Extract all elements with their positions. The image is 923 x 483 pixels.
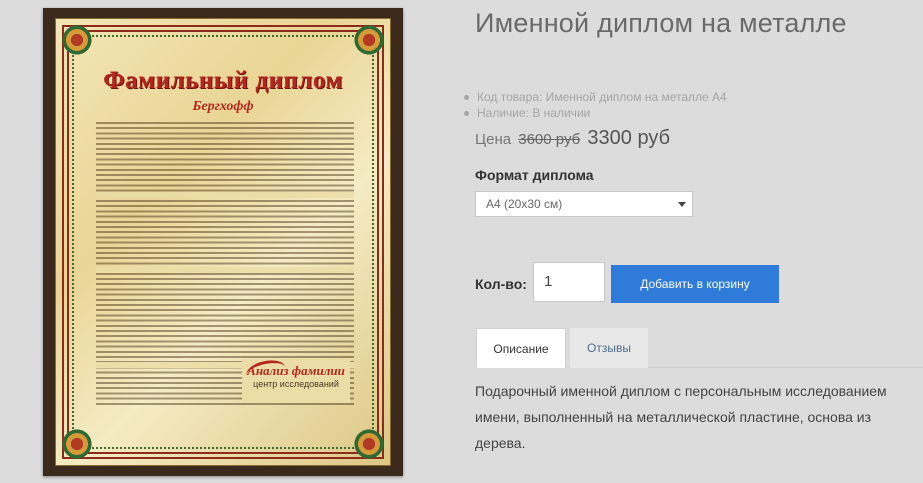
price-block: Цена 3600 руб 3300 руб [475,127,670,150]
diploma-surname: Бергхофф [192,99,254,114]
quantity-label: Кол-во: [475,276,527,292]
product-title: Именной диплом на металле [475,8,847,38]
product-sku: Код товара: Именной диплом на металле А4 [464,90,727,104]
corner-ornament-icon [60,23,94,57]
product-tabs: Описание Отзывы [476,328,923,368]
tab-description[interactable]: Описание [476,328,566,368]
diploma-plate: Фамильный диплом Бергхофф Анализ фамилии… [55,18,391,466]
current-price: 3300 руб [587,127,671,149]
diploma-stamp: Анализ фамилии центр исследований [242,357,350,403]
product-availability: Наличие: В наличии [464,105,727,121]
corner-ornament-icon [352,427,386,461]
format-select[interactable]: А4 (20х30 см) [475,191,693,217]
chevron-down-icon [678,202,686,207]
add-to-cart-button[interactable]: Добавить в корзину [611,265,779,303]
corner-ornament-icon [60,427,94,461]
old-price: 3600 руб [518,131,581,148]
quantity-input[interactable]: 1 [533,262,605,302]
diploma-heading: Фамильный диплом [103,67,343,94]
tab-reviews[interactable]: Отзывы [570,328,648,368]
format-label: Формат диплома [475,167,594,183]
product-description: Подарочный именной диплом с персональным… [475,383,887,451]
product-meta-list: Код товара: Именной диплом на металле А4… [462,89,727,121]
corner-ornament-icon [352,23,386,57]
format-selected-value: А4 (20х30 см) [486,197,563,211]
price-label: Цена [475,131,512,148]
product-image[interactable]: Фамильный диплом Бергхофф Анализ фамилии… [43,8,403,476]
